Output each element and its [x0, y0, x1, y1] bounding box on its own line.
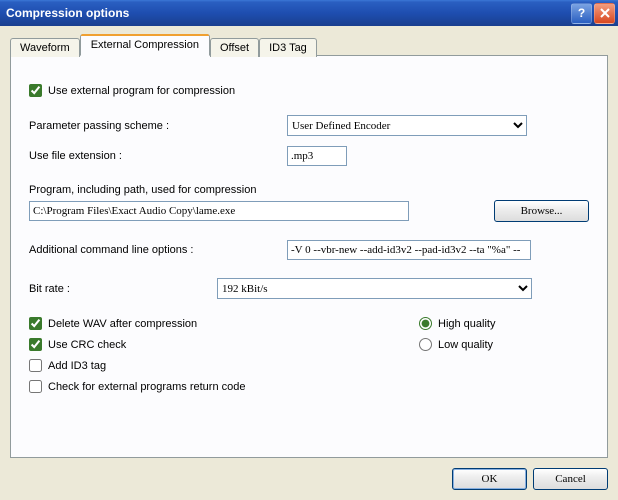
file-ext-label: Use file extension : [29, 150, 287, 162]
close-icon [599, 7, 611, 19]
high-quality-label: High quality [438, 318, 495, 330]
param-scheme-select[interactable]: User Defined Encoder [287, 115, 527, 136]
bitrate-select[interactable]: 192 kBit/s [217, 278, 532, 299]
bitrate-label: Bit rate : [29, 283, 217, 295]
check-return-label: Check for external programs return code [48, 381, 245, 393]
delete-wav-checkbox[interactable] [29, 317, 42, 330]
tab-bar: Waveform External Compression Offset ID3… [10, 34, 608, 56]
tab-external-compression[interactable]: External Compression [80, 34, 210, 56]
low-quality-radio[interactable] [419, 338, 432, 351]
ok-button[interactable]: OK [452, 468, 527, 490]
window-title: Compression options [6, 6, 569, 20]
use-crc-checkbox[interactable] [29, 338, 42, 351]
use-crc-label: Use CRC check [48, 339, 126, 351]
titlebar: Compression options ? [0, 0, 618, 26]
dialog-buttons: OK Cancel [10, 458, 608, 490]
browse-button[interactable]: Browse... [494, 200, 589, 222]
tab-waveform[interactable]: Waveform [10, 38, 80, 57]
high-quality-radio[interactable] [419, 317, 432, 330]
tab-id3[interactable]: ID3 Tag [259, 38, 317, 57]
param-scheme-label: Parameter passing scheme : [29, 120, 287, 132]
check-return-checkbox[interactable] [29, 380, 42, 393]
use-external-label: Use external program for compression [48, 85, 235, 97]
delete-wav-label: Delete WAV after compression [48, 318, 197, 330]
low-quality-label: Low quality [438, 339, 493, 351]
tab-panel: Use external program for compression Par… [10, 55, 608, 458]
addl-options-label: Additional command line options : [29, 244, 287, 256]
use-external-checkbox[interactable] [29, 84, 42, 97]
file-ext-input[interactable] [287, 146, 347, 166]
add-id3-checkbox[interactable] [29, 359, 42, 372]
addl-options-input[interactable] [287, 240, 531, 260]
close-button[interactable] [594, 3, 615, 24]
add-id3-label: Add ID3 tag [48, 360, 106, 372]
cancel-button[interactable]: Cancel [533, 468, 608, 490]
program-path-input[interactable] [29, 201, 409, 221]
help-button[interactable]: ? [571, 3, 592, 24]
program-path-label: Program, including path, used for compre… [29, 184, 589, 196]
tab-offset[interactable]: Offset [210, 38, 259, 57]
